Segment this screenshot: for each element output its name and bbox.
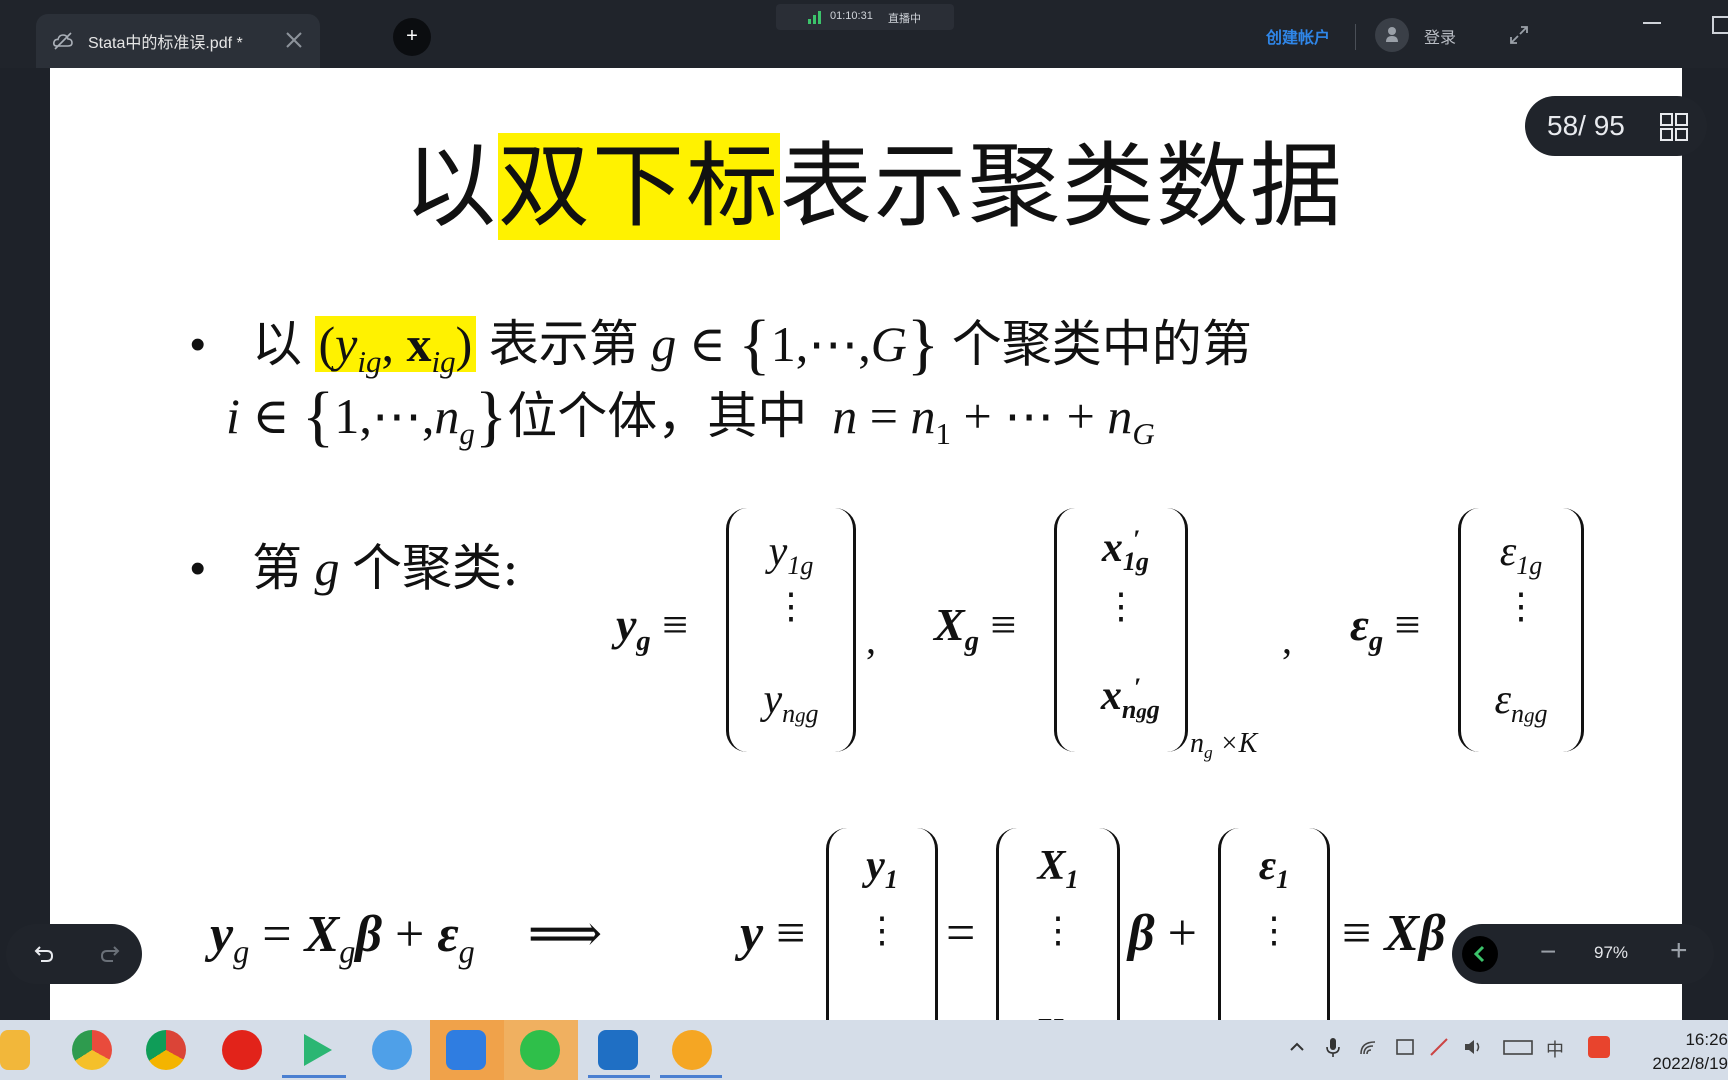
- formula-model: yg = Xgβ + εg ⟹: [210, 906, 603, 970]
- browser-icon[interactable]: [72, 1030, 112, 1070]
- minimize-button[interactable]: [1643, 22, 1661, 24]
- equals-sign: =: [946, 905, 976, 962]
- collapse-button[interactable]: [1462, 936, 1498, 972]
- volume-icon[interactable]: [1462, 1036, 1484, 1058]
- matrix-yg: y1g ⋮ yngg: [726, 508, 856, 752]
- matrix-Xg-dimension: ng ×K: [1190, 728, 1258, 763]
- matrix-X-stacked: X1 ⋮ XG: [996, 828, 1120, 1020]
- microphone-icon[interactable]: [1322, 1036, 1344, 1058]
- fullscreen-icon[interactable]: [1508, 24, 1530, 46]
- page-number: 58/ 95: [1547, 110, 1625, 141]
- formula-yx-pair: (yig, xig): [314, 316, 477, 379]
- title-suffix: 表示聚类数据: [780, 133, 1345, 240]
- active-indicator: [588, 1075, 650, 1078]
- formula-beta-plus: β +: [1128, 905, 1197, 962]
- zoom-level[interactable]: 97%: [1594, 943, 1628, 963]
- zoom-toolbar: − 97% +: [1452, 924, 1714, 984]
- matrix-eps-stacked: ε1 ⋮ εG: [1218, 828, 1330, 1020]
- maximize-button[interactable]: [1712, 16, 1728, 34]
- matrix-Xg: x1g′ ⋮ xngg′: [1054, 508, 1188, 752]
- formula-Xbeta: ≡ Xβ: [1342, 905, 1446, 962]
- live-timer: 01:10:31: [830, 10, 873, 22]
- formula-epsg-label: εg ≡: [1350, 599, 1421, 657]
- formula-g-set: g ∈ {1,⋯,G}: [651, 306, 940, 382]
- sogou-icon[interactable]: [1588, 1036, 1610, 1058]
- formula-y-stacked-label: y ≡: [740, 905, 806, 962]
- wifi-icon[interactable]: [1358, 1036, 1380, 1058]
- comma: ,: [866, 617, 876, 662]
- chevron-left-icon: [1473, 945, 1485, 963]
- matrix-epsg: ε1g ⋮ εngg: [1458, 508, 1584, 752]
- redo-icon[interactable]: [98, 942, 122, 966]
- page-title: 以双下标表示聚类数据: [404, 112, 1344, 245]
- pdf-page: 以双下标表示聚类数据 • 以 (yig, xig) 表示第 g ∈ {1,⋯,G…: [50, 68, 1682, 1020]
- system-clock[interactable]: 16:26 2022/8/19: [1640, 1028, 1728, 1076]
- bullet1-text-1: 以: [252, 315, 302, 373]
- signal-icon: [808, 11, 821, 24]
- user-icon: [1386, 27, 1398, 42]
- document-tab[interactable]: Stata中的标准误.pdf *: [36, 14, 320, 68]
- bullet1-text-2: 表示第: [488, 315, 639, 373]
- cloud-off-icon: [53, 32, 73, 50]
- media-app-icon[interactable]: [304, 1034, 332, 1066]
- matrix-y-stacked: y1 ⋮ yG: [826, 828, 938, 1020]
- bullet2-label: 第 g 个聚类:: [252, 539, 519, 597]
- zoom-in-button[interactable]: +: [1670, 934, 1688, 968]
- file-explorer-icon[interactable]: [0, 1030, 30, 1070]
- avatar[interactable]: [1375, 18, 1409, 52]
- comma: ,: [1282, 617, 1292, 662]
- clock-time: 16:26: [1685, 1030, 1728, 1049]
- divider: [1355, 24, 1356, 50]
- formula-yg-label: yg ≡: [616, 599, 689, 657]
- live-status-text: 直播中: [888, 13, 921, 25]
- tab-title: Stata中的标准误.pdf *: [88, 35, 243, 52]
- bullet2-text-1: 第: [252, 539, 302, 597]
- close-tab-icon[interactable]: [282, 28, 306, 52]
- zoom-out-button[interactable]: −: [1540, 936, 1556, 968]
- player-icon[interactable]: [598, 1030, 638, 1070]
- login-button[interactable]: 登录: [1424, 24, 1456, 48]
- clock-date: 2022/8/19: [1652, 1054, 1728, 1073]
- live-status: 01:10:31 直播中: [776, 4, 954, 30]
- formula-n-sum: n = n1 + ⋯ + nG: [832, 388, 1155, 451]
- video-app-icon[interactable]: [222, 1030, 262, 1070]
- bullet-dot: •: [190, 320, 206, 369]
- formula-i-set: i ∈ {1,⋯,ng}: [226, 378, 508, 454]
- undo-redo-toolbar: [6, 924, 142, 984]
- network-icon[interactable]: [1428, 1036, 1450, 1058]
- title-bar: Stata中的标准误.pdf * + 01:10:31 直播中 创建帐户 登录: [0, 0, 1728, 68]
- bullet2-text-2: 个聚类:: [352, 539, 519, 597]
- formula-Xg-label: Xg ≡: [934, 599, 1017, 657]
- bullet-dot: •: [190, 544, 206, 593]
- ime-indicator[interactable]: 中: [1546, 1036, 1568, 1060]
- title-highlight: 双下标: [498, 133, 781, 240]
- taskbar: 中 16:26 2022/8/19: [0, 1020, 1728, 1080]
- recorder-icon[interactable]: [672, 1030, 712, 1070]
- active-indicator: [282, 1075, 346, 1078]
- thumbnail-grid-icon[interactable]: [1659, 112, 1689, 142]
- active-indicator: [660, 1075, 722, 1078]
- undo-icon[interactable]: [32, 942, 56, 966]
- bullet1-line2: i ∈ {1,⋯,ng}位个体，其中 n = n1 + ⋯ + nG: [226, 376, 1155, 455]
- security-icon[interactable]: [1394, 1036, 1416, 1058]
- create-account-link[interactable]: 创建帐户: [1266, 24, 1330, 48]
- new-tab-button[interactable]: +: [393, 18, 431, 56]
- chevron-up-icon[interactable]: [1286, 1036, 1308, 1058]
- feishu-icon[interactable]: [446, 1030, 486, 1070]
- page-indicator[interactable]: 58/ 95: [1525, 96, 1707, 156]
- w-app-icon[interactable]: [372, 1030, 412, 1070]
- chrome-icon[interactable]: [146, 1030, 186, 1070]
- bullet1-text-3: 个聚类中的第: [951, 315, 1252, 373]
- bullet1-text-4: 位个体，其中: [507, 387, 808, 445]
- title-prefix: 以: [404, 133, 499, 240]
- wechat-icon[interactable]: [520, 1030, 560, 1070]
- keyboard-icon[interactable]: [1502, 1036, 1534, 1058]
- bullet1-line1: 以 (yig, xig) 表示第 g ∈ {1,⋯,G} 个聚类中的第: [252, 304, 1252, 383]
